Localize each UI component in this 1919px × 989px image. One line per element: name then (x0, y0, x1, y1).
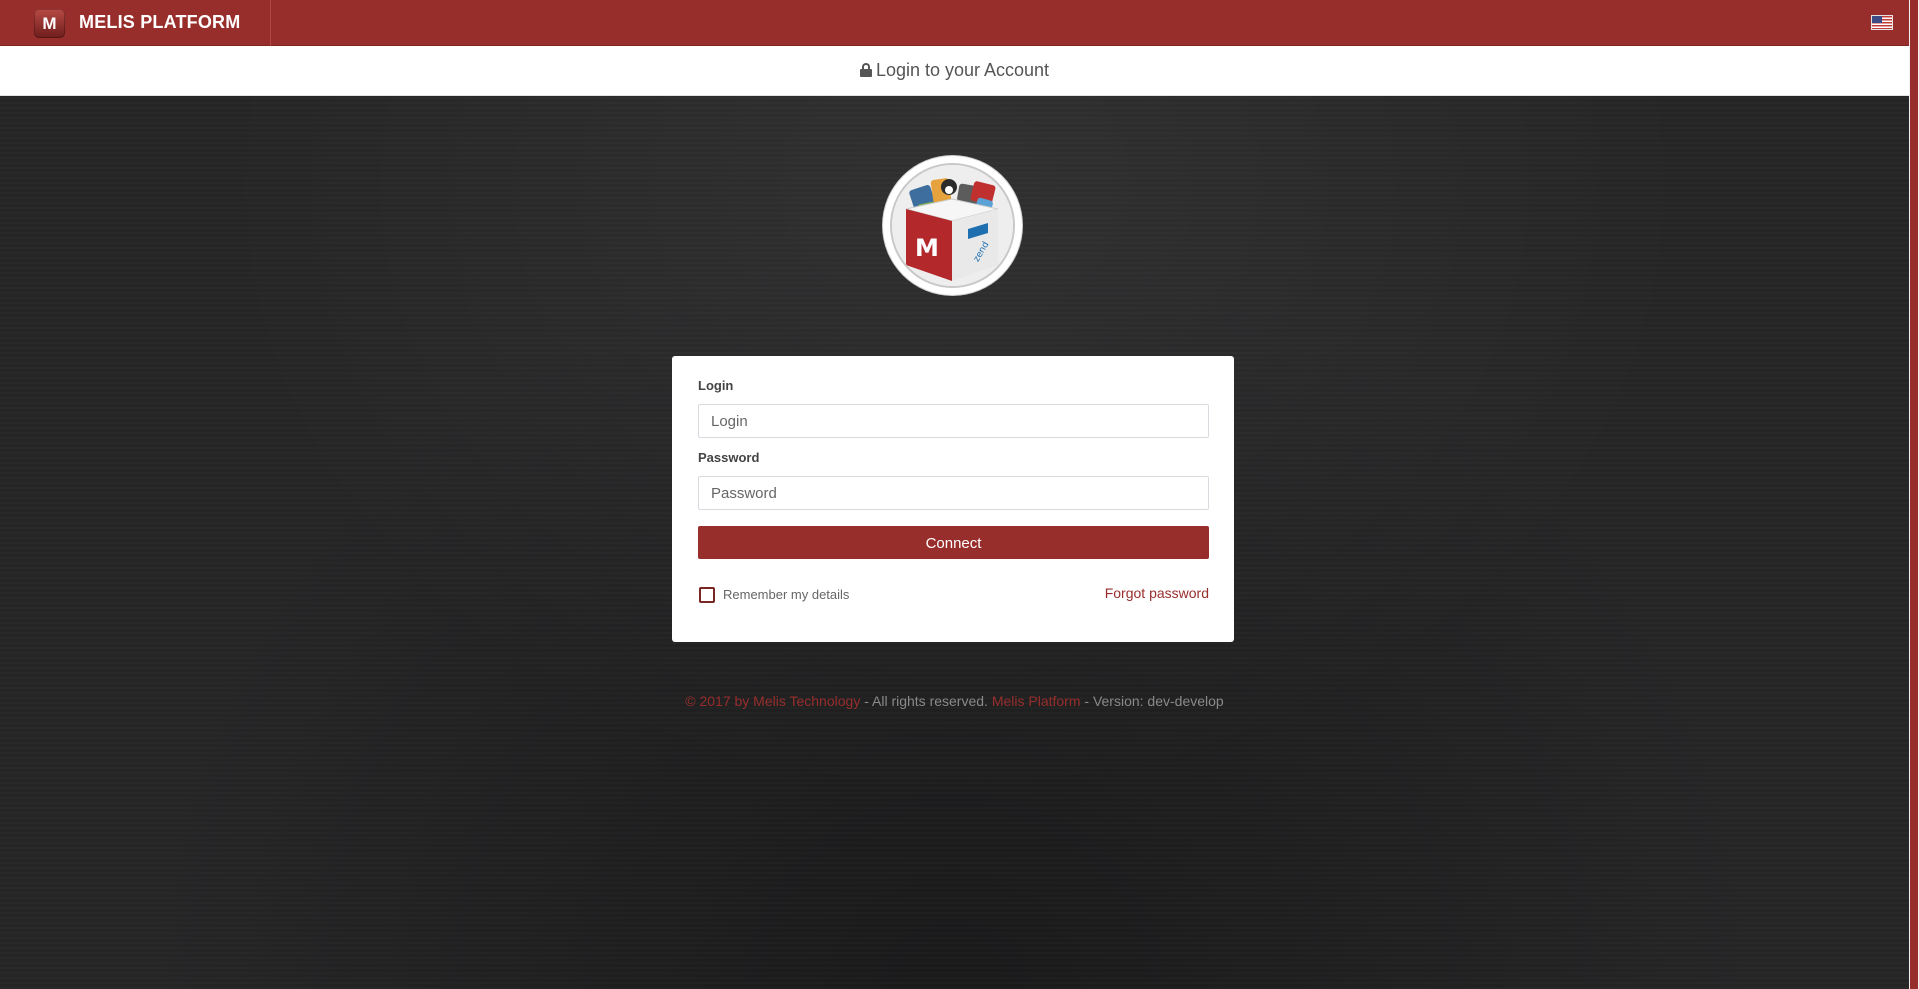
password-label: Password (698, 450, 760, 465)
copyright-link[interactable]: © 2017 by Melis Technology (685, 693, 860, 709)
platform-logo: M zend (883, 156, 1022, 295)
brand[interactable]: M MELIS PLATFORM (0, 0, 271, 46)
forgot-password-link[interactable]: Forgot password (1105, 585, 1209, 601)
top-navbar: M MELIS PLATFORM (0, 0, 1909, 46)
melis-logo-icon[interactable]: M (34, 9, 65, 38)
brand-title[interactable]: MELIS PLATFORM (79, 0, 240, 46)
scrollbar[interactable] (1909, 0, 1919, 989)
remember-checkbox[interactable] (699, 587, 715, 603)
remember-label[interactable]: Remember my details (723, 586, 849, 604)
platform-link[interactable]: Melis Platform (992, 693, 1081, 709)
version-text: - Version: dev-develop (1080, 693, 1224, 709)
melis-box-logo-icon: M zend (890, 163, 1015, 288)
password-input[interactable] (698, 476, 1209, 510)
login-input[interactable] (698, 404, 1209, 438)
rights-text: - All rights reserved. (860, 693, 992, 709)
login-label: Login (698, 378, 734, 393)
login-header: Login to your Account (0, 46, 1909, 96)
login-header-title: Login to your Account (875, 60, 1050, 80)
connect-button[interactable]: Connect (698, 526, 1209, 559)
lock-icon (859, 63, 872, 77)
footer: © 2017 by Melis Technology - All rights … (0, 693, 1909, 709)
us-flag-icon[interactable] (1871, 15, 1893, 30)
scrollbar-thumb[interactable] (1910, 0, 1918, 989)
login-card: Login Password Connect Remember my detai… (672, 356, 1234, 642)
svg-text:M: M (915, 234, 939, 262)
